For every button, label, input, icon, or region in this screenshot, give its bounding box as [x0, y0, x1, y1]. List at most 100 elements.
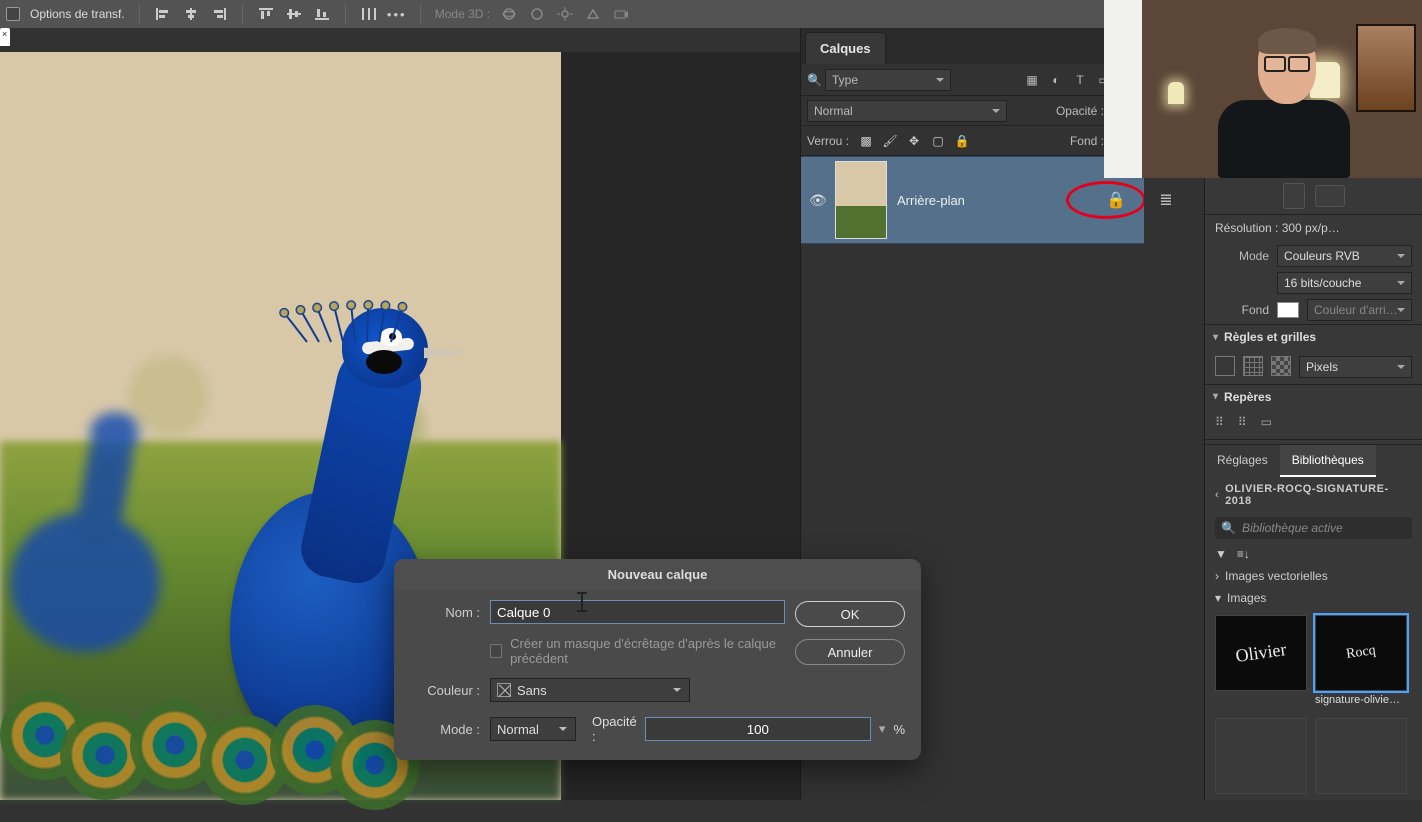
3d-light-icon[interactable]: [556, 5, 574, 23]
lock-pixels-icon[interactable]: ▩: [857, 132, 875, 150]
chevron-down-icon: ▾: [1215, 591, 1221, 605]
blend-mode-select[interactable]: Normal: [807, 100, 1007, 122]
filter-pixel-icon[interactable]: ▦: [1022, 70, 1042, 90]
3d-orbit-icon[interactable]: [500, 5, 518, 23]
chevron-down-icon: ▾: [1213, 391, 1218, 402]
lock-artboard-icon[interactable]: ▢: [929, 132, 947, 150]
document-tab[interactable]: ×: [0, 28, 10, 46]
lock-icon[interactable]: 🔒: [1106, 190, 1126, 210]
separator: [345, 4, 346, 24]
library-thumb-3[interactable]: [1215, 718, 1307, 794]
distribute-icon[interactable]: [360, 5, 378, 23]
cancel-button[interactable]: Annuler: [795, 639, 905, 665]
sort-icon[interactable]: ≡↓: [1237, 547, 1250, 561]
guide-icon-1[interactable]: ⠿: [1215, 415, 1224, 429]
separator: [139, 4, 140, 24]
chevron-down-icon[interactable]: ▾: [879, 721, 886, 737]
peacock-tail: [0, 660, 420, 800]
layer-name-input[interactable]: [490, 600, 785, 624]
rulers-grids-label: Règles et grilles: [1224, 330, 1316, 344]
tab-libraries[interactable]: Bibliothèques: [1280, 445, 1376, 477]
library-breadcrumb[interactable]: ‹ OLIVIER-ROCQ-SIGNATURE-2018: [1205, 477, 1422, 513]
guides-section[interactable]: ▾ Repères: [1205, 384, 1422, 410]
vectors-section[interactable]: › Images vectorielles: [1205, 565, 1422, 587]
ok-button[interactable]: OK: [795, 601, 905, 627]
library-search-placeholder: Bibliothèque active: [1242, 521, 1343, 535]
layer-thumbnail[interactable]: [835, 161, 887, 239]
clipping-mask-checkbox: [490, 644, 502, 658]
background-select[interactable]: Couleur d'arri…: [1307, 299, 1412, 321]
lock-label: Verrou :: [807, 134, 849, 148]
layer-row-background[interactable]: 👁 Arrière-plan 🔒: [801, 156, 1144, 244]
filter-adjust-icon[interactable]: ◐: [1046, 70, 1066, 90]
transform-options-checkbox[interactable]: [6, 7, 20, 21]
checker-icon[interactable]: [1271, 356, 1291, 376]
color-label: Couleur :: [410, 683, 480, 698]
images-section[interactable]: ▾ Images: [1205, 587, 1422, 609]
library-thumb-4[interactable]: [1315, 718, 1407, 794]
separator: [420, 4, 421, 24]
align-vcenter-icon[interactable]: [285, 5, 303, 23]
landscape-icon[interactable]: [1315, 185, 1345, 207]
resolution-value: Résolution : 300 px/p…: [1215, 221, 1412, 235]
mode3d-label: Mode 3D :: [435, 7, 490, 21]
properties-panel: Résolution : 300 px/p… Mode Couleurs RVB…: [1204, 178, 1422, 800]
align-top-icon[interactable]: [257, 5, 275, 23]
lock-brush-icon[interactable]: 🖌: [881, 132, 899, 150]
vectors-label: Images vectorielles: [1225, 569, 1328, 583]
library-thumb-1[interactable]: Olivier: [1215, 615, 1307, 706]
chevron-down-icon: ▾: [1213, 332, 1218, 343]
align-right-icon[interactable]: [210, 5, 228, 23]
dialog-title: Nouveau calque: [394, 559, 921, 590]
new-layer-dialog: Nouveau calque Nom : OK Annuler Créer un…: [394, 559, 921, 760]
library-thumbs: Olivier Rocq signature-olivie…: [1205, 609, 1422, 712]
separator: [242, 4, 243, 24]
portrait-icon[interactable]: [1283, 183, 1305, 209]
guide-icon-2[interactable]: ⠿: [1238, 415, 1247, 429]
align-bottom-icon[interactable]: [313, 5, 331, 23]
blend-row: Normal Opacité : 10: [801, 96, 1144, 126]
search-icon: 🔍: [1221, 521, 1236, 535]
3d-extrude-icon[interactable]: [584, 5, 602, 23]
percent-label: %: [893, 722, 905, 737]
lock-position-icon[interactable]: ✥: [905, 132, 923, 150]
filter-type-icon[interactable]: T: [1070, 70, 1090, 90]
guides-label: Repères: [1224, 390, 1271, 404]
visibility-icon[interactable]: 👁: [809, 192, 825, 209]
background-label: Fond: [1215, 303, 1269, 317]
align-left-icon[interactable]: [154, 5, 172, 23]
filter-icon[interactable]: ▼: [1215, 547, 1227, 561]
filter-kind-select[interactable]: Type: [825, 69, 951, 91]
color-value: Sans: [517, 683, 547, 698]
bit-depth-select[interactable]: 16 bits/couche: [1277, 272, 1412, 294]
dialog-opacity-label: Opacité :: [592, 714, 637, 744]
color-select[interactable]: Sans: [490, 678, 690, 702]
rulers-unit-select[interactable]: Pixels: [1299, 356, 1412, 378]
more-icon[interactable]: •••: [388, 5, 406, 23]
transform-options-label: Options de transf.: [30, 7, 125, 21]
library-tabs: Réglages Bibliothèques: [1205, 444, 1422, 477]
mode-select[interactable]: Normal: [490, 717, 576, 741]
rulers-grids-section[interactable]: ▾ Règles et grilles: [1205, 324, 1422, 350]
library-thumb-2[interactable]: Rocq signature-olivie…: [1315, 615, 1407, 706]
color-mode-select[interactable]: Couleurs RVB: [1277, 245, 1412, 267]
background-swatch[interactable]: [1277, 302, 1299, 318]
guide-icon-3[interactable]: ▭: [1261, 415, 1272, 429]
layer-filter-row: 🔍 Type ▦ ◐ T ▭ ▣: [801, 64, 1144, 96]
3d-sphere-icon[interactable]: [528, 5, 546, 23]
ruler-icon[interactable]: [1215, 356, 1235, 376]
layer-comp-icons[interactable]: ≣: [1150, 180, 1182, 220]
document-tab-bar: ×: [0, 28, 800, 52]
3d-camera-icon[interactable]: [612, 5, 630, 23]
align-hcenter-icon[interactable]: [182, 5, 200, 23]
mode-label: Mode :: [410, 722, 480, 737]
dialog-opacity-input[interactable]: [645, 717, 871, 741]
lock-all-icon[interactable]: 🔒: [953, 132, 971, 150]
mode-label: Mode: [1215, 249, 1269, 263]
layer-name[interactable]: Arrière-plan: [897, 193, 965, 208]
grid-icon[interactable]: [1243, 356, 1263, 376]
tab-adjustments[interactable]: Réglages: [1205, 445, 1280, 477]
library-search[interactable]: 🔍 Bibliothèque active: [1215, 517, 1412, 539]
layers-tab[interactable]: Calques: [805, 32, 886, 64]
library-thumb-2-caption: signature-olivie…: [1315, 691, 1407, 706]
